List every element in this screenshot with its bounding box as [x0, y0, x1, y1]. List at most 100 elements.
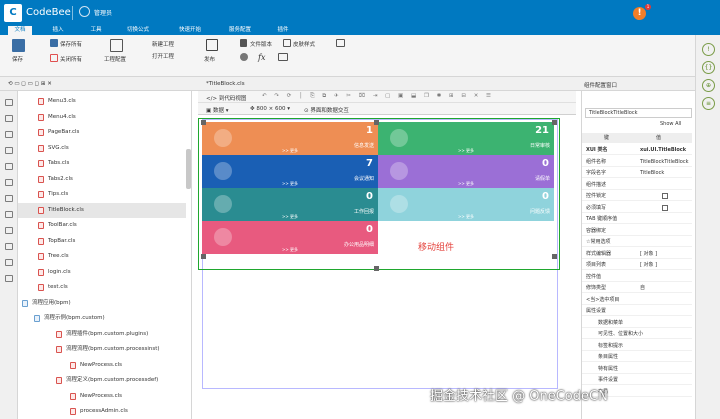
show-all-toggle[interactable]: Show All	[660, 121, 681, 127]
property-checkbox[interactable]	[662, 204, 668, 211]
tree-item[interactable]: SVG.cls	[18, 141, 186, 156]
design-canvas[interactable]: 1 信息发送 >> 更多 21 日常审核 >> 更多 7 会议通知 >> 更多 0 请假单 >> 更多…	[198, 115, 576, 419]
sidebar-icon-2[interactable]	[5, 115, 13, 122]
tree-item[interactable]: TopBar.cls	[18, 234, 186, 249]
code-view-button[interactable]: </> 到代码视图	[206, 94, 246, 102]
menu-service-config[interactable]: 服务配置	[222, 26, 258, 35]
property-value[interactable]: xui.UI.TitleBlock	[640, 145, 686, 155]
title-block-tile[interactable]: 1 信息发送 >> 更多	[202, 122, 378, 155]
tree-item[interactable]: 流程流程(bpm.custom.processinst)	[18, 342, 186, 357]
sidebar-icon-7[interactable]	[5, 195, 13, 202]
sidebar-icon-4[interactable]	[5, 147, 13, 154]
property-row[interactable]: 修饰类型 自	[582, 283, 692, 293]
menu-insert[interactable]: 插入	[45, 26, 71, 35]
tile-more-link[interactable]: >> 更多	[378, 148, 554, 154]
resize-handle-r[interactable]	[552, 254, 557, 259]
title-block-tile[interactable]: 0 请假单 >> 更多	[378, 155, 554, 188]
tree-item[interactable]: NewProcess.cls	[18, 389, 186, 404]
tree-item[interactable]: Tabs2.cls	[18, 172, 186, 187]
resize-handle-tl[interactable]	[201, 120, 206, 125]
tree-item[interactable]: Tree.cls	[18, 249, 186, 264]
title-block-tile[interactable]: 0 问题反馈 >> 更多	[378, 188, 554, 221]
size-dropdown[interactable]: ✥ 800 × 600 ▾	[250, 106, 290, 112]
property-row[interactable]: 控件值	[582, 272, 692, 282]
property-value[interactable]: 自	[640, 283, 645, 293]
property-row[interactable]: 特有属性	[582, 364, 692, 374]
resize-handle-l[interactable]	[201, 254, 206, 259]
code-icon[interactable]: {}	[702, 61, 715, 74]
open-project-button[interactable]: 打开工程	[152, 52, 174, 60]
property-row[interactable]: 组件描述	[582, 180, 692, 190]
sidebar-icon-3[interactable]	[5, 131, 13, 138]
property-checkbox[interactable]	[662, 193, 668, 199]
close-all-button[interactable]: 关闭所有	[60, 55, 82, 63]
sidebar-icon-5[interactable]	[5, 163, 13, 170]
interaction-button[interactable]: ⊙ 界面和数据交互	[304, 106, 349, 114]
property-row[interactable]: 条目属性	[582, 352, 692, 362]
property-row[interactable]: 组件名称 TitleBlockTitleBlock	[582, 157, 692, 167]
info-icon[interactable]: !	[702, 43, 715, 56]
tree-item[interactable]: Menu4.cls	[18, 110, 186, 125]
property-row[interactable]: ☆常用选项	[582, 237, 692, 247]
tree-item[interactable]: TitleBlock.cls	[18, 202, 186, 218]
file-version-button[interactable]: 文件版本	[250, 40, 272, 48]
manage-menu[interactable]: 管理员	[94, 8, 112, 17]
tile-more-link[interactable]: >> 更多	[378, 181, 554, 187]
sidebar-icon-9[interactable]	[5, 227, 13, 234]
tile-more-link[interactable]: >> 更多	[378, 214, 554, 220]
menu-plugins[interactable]: 插件	[270, 26, 296, 35]
grid-icon[interactable]	[278, 53, 288, 61]
property-row[interactable]: 事件设置	[582, 375, 692, 385]
menu-switch-formula[interactable]: 切换公式	[120, 26, 156, 35]
resize-handle-tr[interactable]	[552, 120, 557, 125]
save-all-button[interactable]: 保存所有	[60, 40, 82, 48]
property-row[interactable]: 字段名字 TitleBlock	[582, 168, 692, 178]
project-config-icon[interactable]	[110, 39, 123, 52]
property-value[interactable]: [ 对象 ]	[640, 249, 657, 259]
title-block-tile[interactable]: 0 办公用品明细 >> 更多	[202, 221, 378, 254]
object-name-field[interactable]: TitleBlockTitleBlock	[585, 108, 692, 118]
notification-icon[interactable]: !	[633, 7, 646, 20]
sidebar-icon-11[interactable]	[5, 259, 13, 266]
property-value[interactable]: [ 对象 ]	[640, 260, 657, 270]
publish-button[interactable]: 发布	[204, 55, 215, 63]
tree-item[interactable]: processAdmin.cls	[18, 404, 186, 419]
tile-more-link[interactable]: >> 更多	[202, 214, 378, 220]
sidebar-icon-10[interactable]	[5, 243, 13, 250]
tree-item[interactable]: 流程应用(bpm)	[18, 296, 186, 311]
tree-item[interactable]: Menu3.cls	[18, 94, 186, 109]
tree-item[interactable]: PageBar.cls	[18, 125, 186, 140]
function-icon[interactable]: fx	[258, 53, 265, 62]
property-row[interactable]: 容器绑定	[582, 226, 692, 236]
project-config-button[interactable]: 工程配置	[104, 55, 126, 63]
tree-item[interactable]: NewProcess.cls	[18, 358, 186, 373]
property-row[interactable]: 控件锁定	[582, 191, 692, 201]
editor-tab-titleblock[interactable]: *TitleBlock.cls	[206, 81, 245, 87]
menu-tools[interactable]: 工具	[83, 26, 109, 35]
tree-item[interactable]: 流程插件(bpm.custom.plugins)	[18, 327, 186, 342]
property-row[interactable]: TAB 键顺序值	[582, 214, 692, 224]
property-value[interactable]: TitleBlockTitleBlock	[640, 157, 688, 167]
property-row[interactable]: 可见性、位置和大小	[582, 329, 692, 339]
table-icon[interactable]: ≡	[702, 97, 715, 110]
publish-icon[interactable]	[206, 39, 218, 51]
resize-handle-b[interactable]	[374, 266, 379, 271]
new-project-button[interactable]: 新建工程	[152, 40, 174, 48]
designer-toolbar-icons[interactable]: ↶ ↷ ⟳ │ ⎘ ⧉ ✈ ✂ ⌧ ⇥ ▢ ▣ ⬓ ❐ ✱ ⊞ ⊟ ✕ ☰	[262, 93, 494, 100]
resize-handle-t[interactable]	[374, 120, 379, 125]
property-row[interactable]: <当>选中项目	[582, 295, 692, 305]
title-block-tile[interactable]: 0 工作回报 >> 更多	[202, 188, 378, 221]
sidebar-icon-1[interactable]	[5, 99, 13, 106]
tree-item[interactable]: 流程示例(bpm.custom)	[18, 311, 186, 326]
property-row[interactable]: 属性设置	[582, 306, 692, 316]
skin-style-button[interactable]: 皮肤样式	[293, 40, 315, 48]
property-row[interactable]: 项目列表 [ 对象 ]	[582, 260, 692, 270]
sidebar-icon-8[interactable]	[5, 211, 13, 218]
tree-item[interactable]: test.cls	[18, 280, 186, 295]
tree-item[interactable]: Tabs.cls	[18, 156, 186, 171]
property-row[interactable]: 样式编辑器 [ 对象 ]	[582, 249, 692, 259]
title-block-tile[interactable]: 21 日常审核 >> 更多	[378, 122, 554, 155]
tree-scrollbar[interactable]	[186, 149, 191, 189]
property-row[interactable]: 标签和提示	[582, 341, 692, 351]
sidebar-icon-6[interactable]	[5, 179, 13, 186]
